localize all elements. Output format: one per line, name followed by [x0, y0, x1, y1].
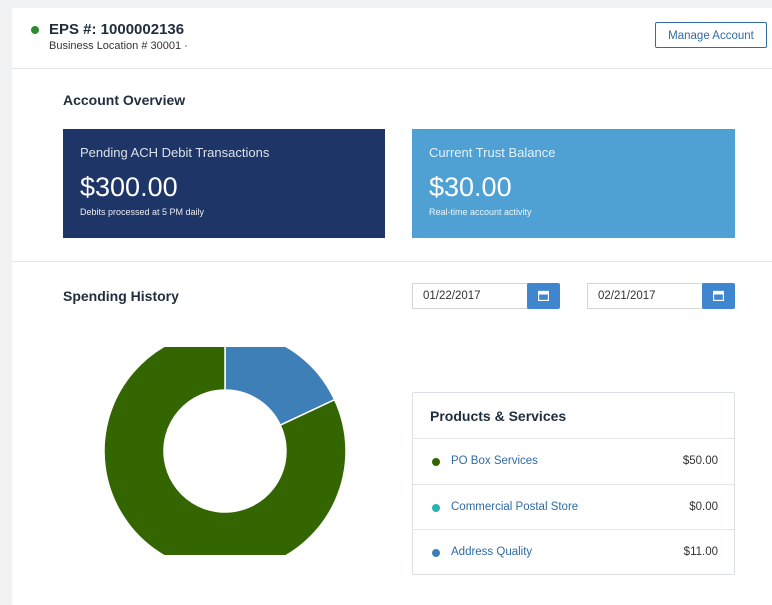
products-services-panel: Products & Services PO Box Services $50.… — [412, 392, 735, 575]
trust-balance-label: Current Trust Balance — [429, 145, 556, 160]
eps-number: EPS #: 1000002136 — [49, 21, 185, 38]
product-amount-po-box: $50.00 — [682, 455, 718, 467]
trust-balance-tile: Current Trust Balance $30.00 Real-time a… — [412, 129, 735, 238]
product-amount-commercial-postal-store: $0.00 — [689, 501, 718, 513]
products-services-title: Products & Services — [430, 408, 567, 424]
start-date-calendar-button[interactable] — [527, 283, 560, 309]
section-divider — [12, 261, 772, 262]
po-box-legend-dot-icon — [432, 458, 440, 466]
pending-ach-tile: Pending ACH Debit Transactions $300.00 D… — [63, 129, 385, 238]
commercial-postal-store-legend-dot-icon — [432, 504, 440, 512]
product-name-po-box[interactable]: PO Box Services — [451, 455, 538, 467]
spending-donut-chart — [103, 347, 347, 555]
account-card: EPS #: 1000002136 Business Location # 30… — [12, 8, 772, 605]
account-overview-title: Account Overview — [63, 92, 186, 108]
manage-account-button[interactable]: Manage Account — [655, 22, 767, 48]
spending-history-title: Spending History — [63, 288, 179, 304]
product-name-commercial-postal-store[interactable]: Commercial Postal Store — [451, 501, 578, 513]
product-name-address-quality[interactable]: Address Quality — [451, 546, 532, 558]
address-quality-legend-dot-icon — [432, 549, 440, 557]
account-header: EPS #: 1000002136 Business Location # 30… — [12, 8, 772, 69]
calendar-icon — [713, 290, 724, 301]
trust-balance-sub: Real-time account activity — [429, 207, 532, 217]
product-amount-address-quality: $11.00 — [683, 546, 718, 558]
product-row-address-quality: Address Quality $11.00 — [413, 529, 734, 575]
end-date-calendar-button[interactable] — [702, 283, 735, 309]
pending-ach-label: Pending ACH Debit Transactions — [80, 145, 270, 160]
pending-ach-value: $300.00 — [80, 172, 178, 202]
calendar-icon — [538, 290, 549, 301]
product-row-commercial-postal-store: Commercial Postal Store $0.00 — [413, 484, 734, 530]
business-location: Business Location # 30001 · — [49, 40, 188, 52]
status-dot-icon — [31, 26, 39, 34]
start-date-input[interactable]: 01/22/2017 — [412, 283, 529, 309]
product-row-po-box: PO Box Services $50.00 — [413, 438, 734, 484]
end-date-input[interactable]: 02/21/2017 — [587, 283, 704, 309]
trust-balance-value: $30.00 — [429, 172, 512, 202]
pending-ach-sub: Debits processed at 5 PM daily — [80, 207, 205, 217]
